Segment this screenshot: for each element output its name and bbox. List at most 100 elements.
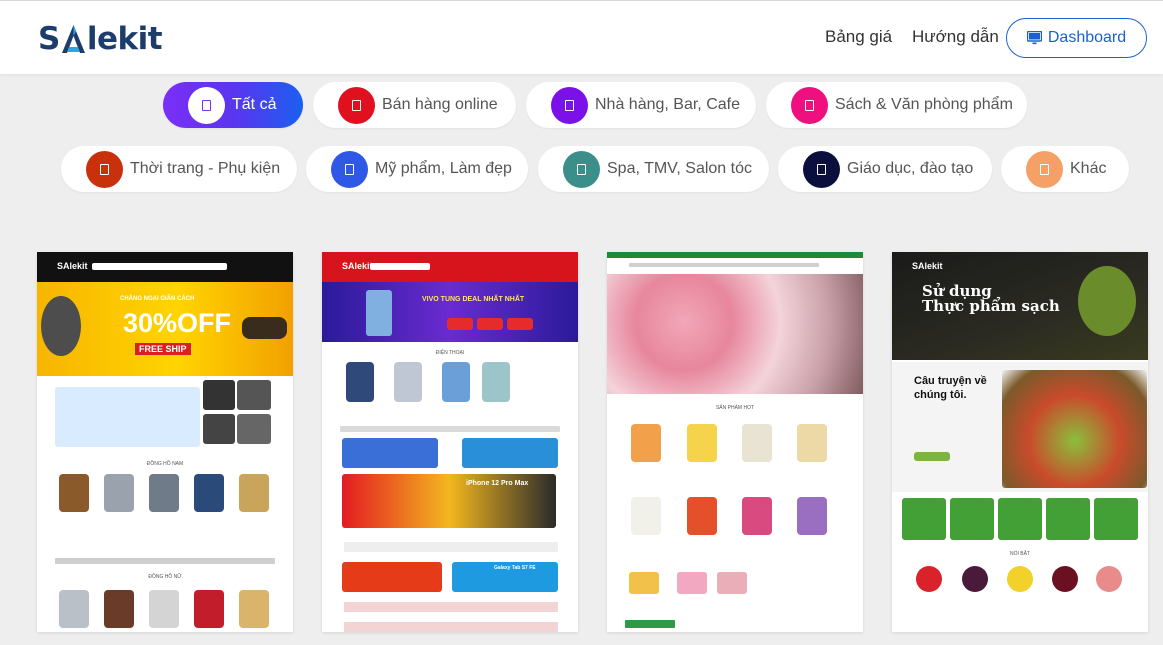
template-card-flower-shop[interactable]: SẢN PHẨM HOT [607,252,863,632]
product-fruit [1096,566,1122,592]
promo-banner [342,562,442,592]
template-card-food-store[interactable]: SAlekit Sử dụng Thực phẩm sạch Câu truyệ… [892,252,1148,632]
promo-banner [342,438,438,468]
file-icon [338,86,375,124]
deal-badge [477,318,503,330]
product-flower [629,572,659,594]
promo-photo [237,414,271,444]
sunglasses-image [242,317,287,339]
category-icons [344,622,558,632]
flower-banner [607,274,863,394]
veggie-basket-image [1002,370,1147,488]
promo-photo [203,414,235,444]
product-flower [677,572,707,594]
read-more-button [914,452,950,461]
watch-image [41,296,81,356]
category-books[interactable]: Sách & Văn phòng phẩm [766,82,1027,128]
template-card-watch-store[interactable]: SAlekit CHẲNG NGẠI GIÃN CÁCH 30%OFF FREE… [37,252,293,632]
promo-photo [203,380,235,410]
promo-title: iPhone 12 Pro Max [466,480,529,487]
nav-guide-link[interactable]: Hướng dẫn [912,27,999,47]
section-title: ĐIỆN THOẠI [435,350,465,356]
banner-line-2: Thực phẩm sạch [922,297,1060,315]
file-icon [1026,150,1063,188]
category-tile [1046,498,1090,540]
footer-bar [625,620,675,628]
story-line-1: Câu truyện về [914,375,987,387]
category-tile [1094,498,1138,540]
brand-strip [340,426,560,432]
section-title: SẢN PHẨM HOT [715,405,755,411]
category-cosmetics[interactable]: Mỹ phẩm, Làm đẹp [306,146,528,192]
logo-a-mark-icon [61,21,86,57]
section-title: ĐỒNG HỒ NỮ [148,574,182,580]
salekit-logo[interactable]: S lekit [38,21,163,57]
template-header-bar [607,252,863,258]
file-icon [791,86,828,124]
template-logo: SAlekit [342,261,373,271]
template-banner: CHẲNG NGẠI GIÃN CÁCH 30%OFF FREE SHIP [37,282,293,376]
banner-headline: VIVO TUNG DEAL NHẤT NHẤT [422,296,525,303]
category-restaurant[interactable]: Nhà hàng, Bar, Cafe [526,82,756,128]
promo-title: Galaxy Tab S7 FE [494,565,536,571]
section-title: ĐỒNG HỒ NAM [146,461,184,467]
template-search-bar [370,263,430,270]
category-all[interactable]: Tất cả [163,82,303,128]
product-fruit [1007,566,1033,592]
dashboard-label: Dashboard [1047,29,1127,46]
product-watch [194,474,224,512]
phone-image [366,290,392,336]
category-label: Khác [1070,160,1107,177]
product-flower [631,497,661,535]
product-flower [742,424,772,462]
product-watch [104,474,134,512]
category-label: Sách & Văn phòng phẩm [835,96,1013,113]
category-label: Bán hàng online [382,96,498,113]
template-nav [629,263,819,267]
product-phone [442,362,470,402]
product-watch [149,590,179,628]
file-icon [86,150,123,188]
product-watch [239,590,269,628]
template-search-bar [92,263,227,270]
fruit-image [1078,266,1136,336]
product-flower [742,497,772,535]
product-fruit [962,566,988,592]
nav-pricing-link[interactable]: Bảng giá [825,27,892,47]
product-phone [346,362,374,402]
banner-headline: 30%OFF [123,308,232,338]
template-card-phone-store[interactable]: SAlekit VIVO TUNG DEAL NHẤT NHẤT ĐIỆN TH… [322,252,578,632]
product-phone [394,362,422,402]
category-icons [344,602,558,612]
promo-photo [237,380,271,410]
story-line-2: chúng tôi. [914,389,967,401]
product-phone [482,362,510,402]
category-spa[interactable]: Spa, TMV, Salon tóc [538,146,769,192]
template-logo: SAlekit [57,261,88,271]
product-flower [797,424,827,462]
category-online-sales[interactable]: Bán hàng online [313,82,516,128]
product-fruit [1052,566,1078,592]
category-education[interactable]: Giáo dục, đào tạo [778,146,992,192]
file-icon [803,150,840,188]
category-label: Thời trang - Phụ kiện [130,160,281,177]
product-watch [239,474,269,512]
brand-logos [55,558,275,564]
category-fashion[interactable]: Thời trang - Phụ kiện [61,146,297,192]
category-label: Nhà hàng, Bar, Cafe [595,96,740,113]
section-title: NỔI BẬT [1009,551,1030,557]
file-icon [551,86,588,124]
product-flower [797,497,827,535]
product-watch [59,474,89,512]
dashboard-button[interactable]: Dashboard [1006,18,1147,58]
product-flower [687,497,717,535]
promo-banner [462,438,558,468]
category-other[interactable]: Khác [1001,146,1129,192]
product-flower [631,424,661,462]
product-watch [104,590,134,628]
category-label: Spa, TMV, Salon tóc [607,160,752,177]
product-watch [59,590,89,628]
product-flower [687,424,717,462]
monitor-icon [1026,31,1042,45]
category-tile [998,498,1042,540]
